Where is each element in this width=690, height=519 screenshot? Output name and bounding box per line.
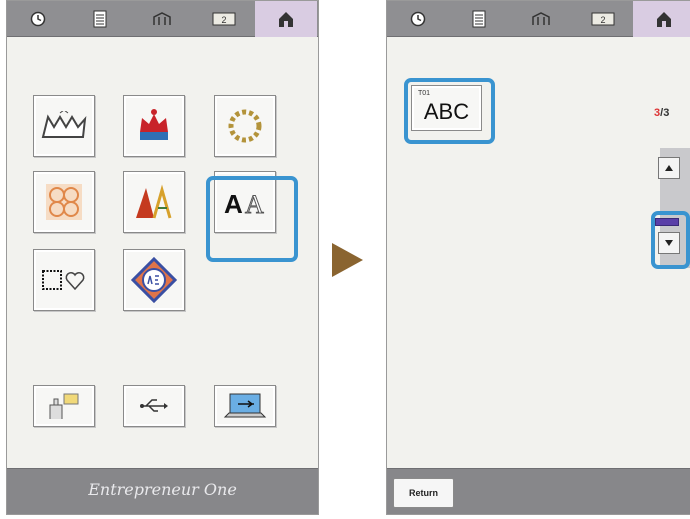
clock-icon [30, 11, 46, 27]
left-bottombar: Entrepreneur One [7, 468, 318, 514]
right-topbar: 2 [387, 1, 690, 37]
brand-name: Entrepreneur One [88, 480, 237, 499]
home-tab[interactable] [633, 1, 690, 37]
embroidery-tab[interactable] [131, 1, 193, 37]
home-icon [657, 12, 672, 27]
clock-tab[interactable] [7, 1, 69, 37]
page-icon: 2 [212, 12, 236, 26]
document-tab[interactable] [449, 1, 511, 37]
usb-button[interactable] [123, 385, 185, 427]
t01-highlight [404, 78, 495, 144]
design-monogram-button[interactable] [123, 249, 185, 311]
document-icon [93, 10, 107, 28]
embroidery-tab[interactable] [510, 1, 572, 37]
crown-icon [140, 109, 168, 140]
arrow-up-icon [665, 165, 673, 171]
font-button-highlight [206, 176, 298, 262]
design-king-button[interactable] [33, 95, 95, 157]
laptop-usb-icon [223, 393, 267, 418]
frame-heart-icon [42, 270, 85, 291]
page-total: 3 [663, 107, 670, 119]
decorative-letters-icon [136, 184, 172, 219]
clock-tab[interactable] [387, 1, 449, 37]
design-crown-button[interactable] [123, 95, 185, 157]
right-bottombar: Return [387, 468, 690, 514]
home-icon [279, 12, 293, 27]
return-button[interactable]: Return [393, 478, 454, 508]
page-indicator: 3/3 [654, 107, 669, 119]
document-tab[interactable] [69, 1, 131, 37]
network-machine-icon [49, 393, 79, 419]
home-tab[interactable] [255, 1, 317, 37]
left-topbar: 2 [7, 1, 318, 37]
monogram-icon [130, 256, 178, 304]
page-tab[interactable]: 2 [193, 1, 255, 37]
design-quilt-button[interactable] [33, 171, 95, 233]
wreath-icon [228, 109, 262, 143]
next-step-arrow [332, 243, 363, 277]
scroll-down-highlight [651, 211, 690, 269]
clock-icon [410, 11, 426, 27]
page-tab[interactable]: 2 [572, 1, 634, 37]
svg-text:2: 2 [221, 15, 226, 25]
usb-icon [140, 399, 168, 412]
design-letters-button[interactable] [123, 171, 185, 233]
quilt-pattern-icon [46, 184, 82, 220]
embroidery-icon [532, 12, 550, 25]
king-logo-icon [41, 111, 87, 138]
pc-usb-button[interactable] [214, 385, 276, 427]
network-transfer-button[interactable] [33, 385, 95, 427]
design-wreath-button[interactable] [214, 95, 276, 157]
design-frame-button[interactable] [33, 249, 95, 311]
embroidery-icon [153, 12, 171, 25]
scroll-up-button[interactable] [658, 157, 680, 179]
document-icon [472, 10, 486, 28]
svg-text:2: 2 [600, 15, 605, 25]
page-icon: 2 [591, 12, 615, 26]
